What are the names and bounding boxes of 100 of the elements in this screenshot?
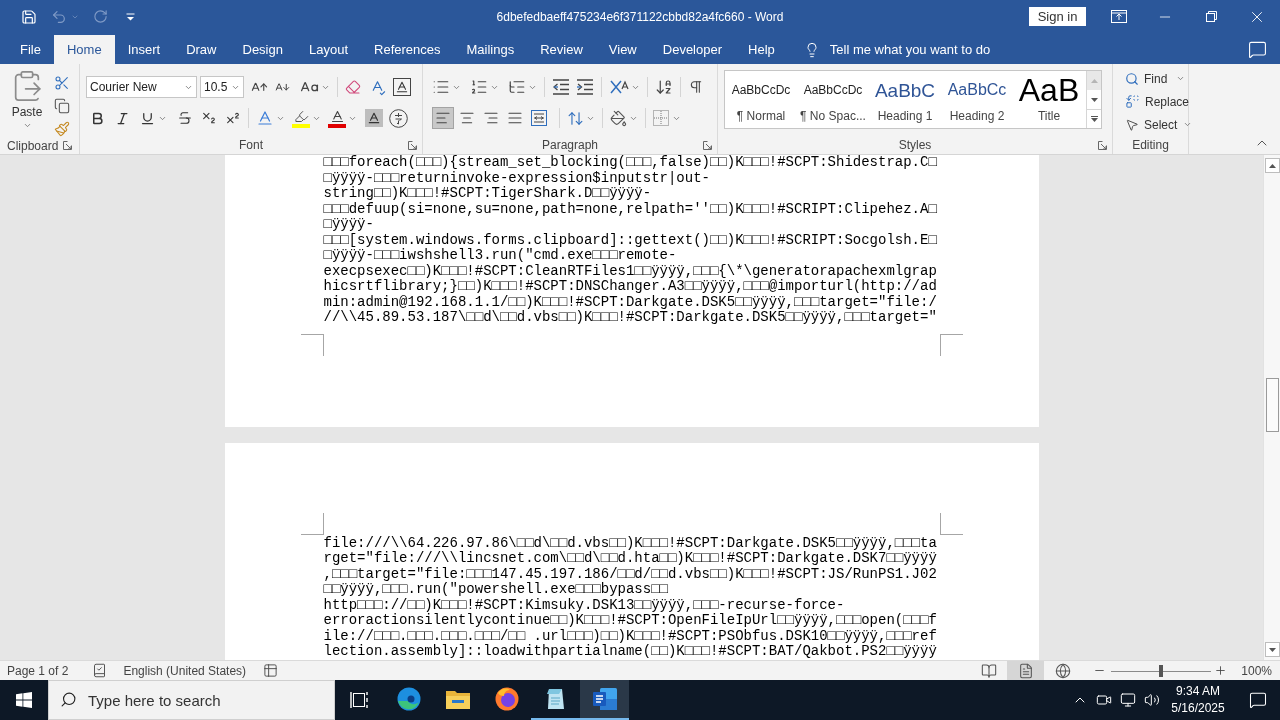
enclosed-character-icon[interactable]	[389, 108, 408, 128]
dialog-launcher-icon[interactable]	[703, 140, 712, 150]
indent-decrease-icon[interactable]	[552, 79, 570, 95]
vertical-scrollbar[interactable]	[1263, 155, 1280, 660]
zoom-level[interactable]: 100%	[1241, 661, 1272, 680]
ribbon-tab[interactable]: View	[595, 35, 650, 64]
underlined-letter-icon[interactable]	[256, 109, 274, 127]
zoom-in-icon[interactable]	[1214, 664, 1228, 677]
copy-icon[interactable]	[54, 98, 70, 114]
font-size-combobox[interactable]: 10.5	[200, 76, 244, 98]
style-option[interactable]: AaBbCc Heading 2	[941, 71, 1013, 128]
caret-icon[interactable]	[1176, 74, 1186, 83]
clock-date[interactable]: 5/16/2025	[1171, 700, 1225, 717]
style-option[interactable]: AaBbCcDc ¶ No Spac...	[797, 71, 869, 128]
cross-and-peak-icon[interactable]	[609, 79, 629, 95]
caret-icon[interactable]	[1183, 120, 1193, 129]
highlighter-icon[interactable]	[292, 108, 310, 128]
scroll-thumb[interactable]	[1265, 378, 1279, 432]
numbered-list-icon[interactable]	[470, 78, 488, 96]
dialog-launcher-icon[interactable]	[1098, 140, 1107, 150]
view-button[interactable]	[1007, 661, 1045, 680]
ribbon-tab[interactable]: References	[361, 35, 454, 64]
ribbon-tab[interactable]: Help	[735, 35, 788, 64]
style-option[interactable]: AaBbC Heading 1	[869, 71, 941, 128]
bordered-letter-icon[interactable]	[393, 78, 411, 96]
save-icon[interactable]	[21, 8, 37, 25]
ribbon-tab[interactable]: Home	[53, 35, 115, 64]
page-count[interactable]: Page 1 of 2	[7, 661, 69, 680]
sign-in-button[interactable]: Sign in	[1029, 7, 1086, 26]
document-text-line: ile://□□□.□□□.□□□.□□□/□□ .url□□□)□□)K□□□!#SCPT:PSObfus.DSK10□□ÿÿÿÿ,□□□ref	[323, 628, 937, 644]
bold-icon[interactable]	[90, 110, 105, 126]
sort-icon[interactable]	[655, 78, 673, 96]
cursor-icon	[1125, 117, 1139, 132]
triangle-down-icon[interactable]	[1090, 97, 1098, 102]
indent-increase-icon[interactable]	[576, 79, 594, 95]
tell-me-field[interactable]: Tell me what you want to do	[829, 39, 1015, 60]
scissors-icon[interactable]	[54, 75, 70, 91]
more-styles-icon[interactable]	[1090, 116, 1098, 122]
superscript-icon[interactable]	[225, 110, 241, 126]
alignment-button[interactable]	[432, 107, 454, 129]
zoom-slider[interactable]	[1111, 664, 1212, 677]
task-view-icon[interactable]	[349, 691, 370, 709]
document-text-line: execpsexec□□)K□□□!#SCPT:CleanRTFiles1□□ÿÿÿÿ,□□□{\*\generatorapachexmlgrap	[323, 263, 937, 279]
dialog-launcher-icon[interactable]	[408, 140, 417, 150]
alignment-button[interactable]	[528, 107, 550, 129]
window-title: 6dbefedbaeff475234e6f371122cbbd82a4fc660 - Word	[496, 8, 784, 26]
shaded-letter-icon[interactable]	[365, 109, 383, 127]
document-text-line: □□□foreach(□□□){stream_set_blocking(□□□,false)□□)K□□□!#SCPT:Shidestrap.C□	[323, 155, 937, 171]
customize-toolbar-icon[interactable]	[126, 12, 135, 21]
replace-button[interactable]: Replace	[1125, 90, 1188, 113]
strikethrough-icon[interactable]	[177, 110, 193, 126]
bulleted-list-icon[interactable]	[432, 78, 450, 96]
video-camera-icon[interactable]	[1096, 692, 1112, 708]
ribbon-tab[interactable]: Draw	[173, 35, 230, 64]
ribbon-tab[interactable]: Review	[527, 35, 596, 64]
ribbon-tab[interactable]: Design	[229, 35, 296, 64]
ribbon-tab[interactable]: Layout	[295, 35, 361, 64]
search-field[interactable]: Type here to search	[48, 680, 335, 720]
zoom-slider-thumb[interactable]	[1159, 664, 1164, 677]
taskbar-app-button[interactable]	[580, 680, 629, 720]
style-option[interactable]: AaBbCcDc ¶ Normal	[725, 71, 797, 128]
italic-icon[interactable]	[115, 110, 130, 126]
font-name-combobox[interactable]: Courier New	[86, 76, 197, 98]
caret-icon[interactable]	[22, 121, 32, 130]
line-spacing-icon[interactable]	[567, 109, 584, 127]
font-color-icon[interactable]	[328, 108, 346, 128]
document-text-line: string□□)K□□□!#SCPT:TigerShark.D□□ÿÿÿÿ-	[323, 186, 652, 202]
ribbon-tab[interactable]: Mailings	[453, 35, 528, 64]
table-icon[interactable]	[263, 663, 279, 678]
find-button[interactable]: Find	[1125, 67, 1188, 90]
style-option[interactable]: AaB Title	[1013, 71, 1085, 128]
subscript-icon[interactable]	[201, 110, 217, 126]
paste-button[interactable]: Paste	[5, 69, 49, 137]
underline-icon[interactable]	[140, 110, 155, 126]
paintbrush-icon[interactable]	[54, 121, 70, 137]
notification-icon[interactable]	[1248, 691, 1267, 709]
volume-icon[interactable]	[1144, 692, 1160, 708]
search-icon	[60, 691, 77, 708]
ribbon-tab[interactable]: Developer	[649, 35, 736, 64]
ribbon-tab[interactable]: File	[7, 35, 54, 64]
network-icon[interactable]	[1120, 692, 1136, 708]
dialog-launcher-icon[interactable]	[63, 141, 72, 150]
globe-icon	[1054, 662, 1071, 679]
restore-icon[interactable]	[1205, 11, 1217, 22]
windows-logo-icon[interactable]	[16, 692, 32, 708]
multilevel-list-icon[interactable]	[508, 78, 526, 96]
ribbon-tab[interactable]: Insert	[114, 35, 174, 64]
scroll-down-button[interactable]	[1264, 642, 1280, 657]
scroll-up-button[interactable]	[1264, 158, 1280, 173]
group-label: Font	[239, 137, 263, 154]
book-check-icon[interactable]	[92, 663, 108, 678]
clock-time[interactable]: 9:34 AM	[1176, 683, 1220, 700]
triangle-down-icon	[1268, 647, 1276, 652]
eraser-icon[interactable]	[345, 79, 361, 95]
ribbon-display-options-icon[interactable]	[1111, 10, 1127, 23]
paint-bucket-icon[interactable]	[610, 109, 627, 127]
language-status[interactable]: English (United States)	[123, 661, 247, 680]
pilcrow-icon[interactable]	[688, 79, 704, 95]
comment-icon[interactable]	[1248, 40, 1267, 59]
select-button[interactable]: Select	[1125, 113, 1188, 136]
